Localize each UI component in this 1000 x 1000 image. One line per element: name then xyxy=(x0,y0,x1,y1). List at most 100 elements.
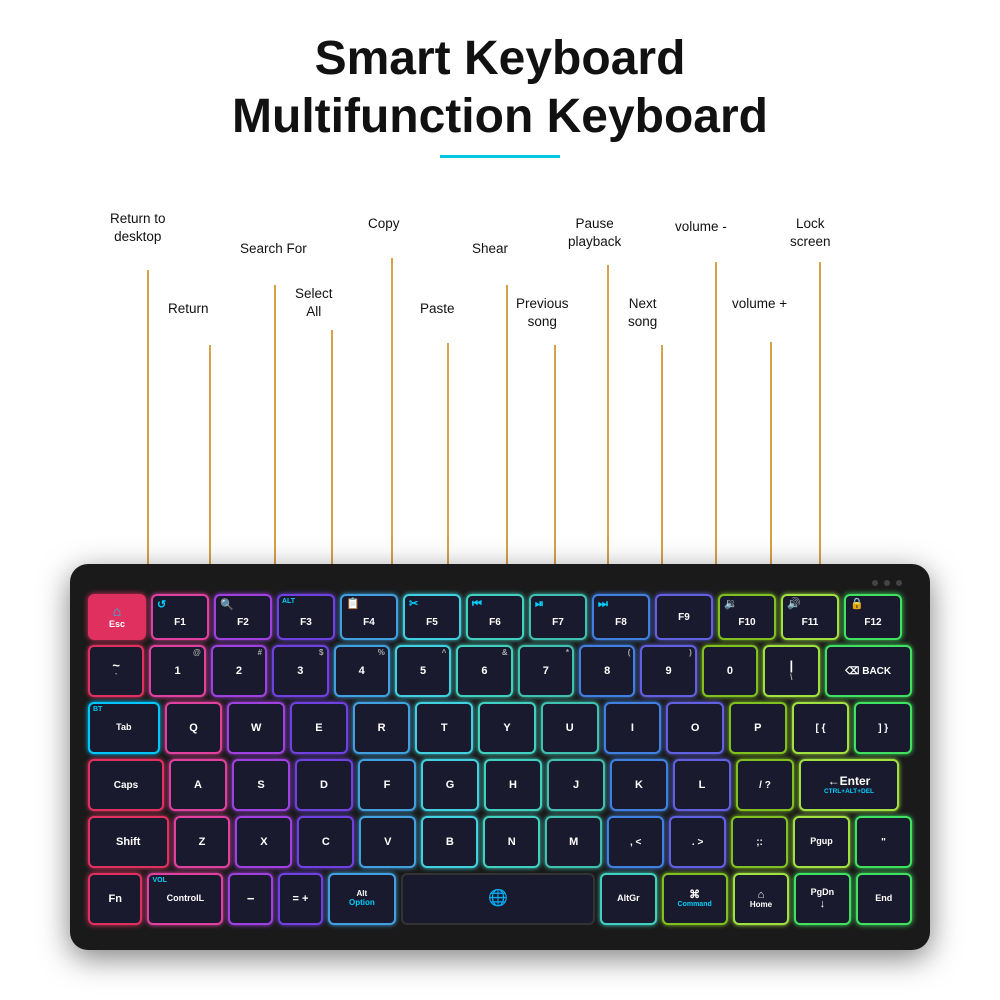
key-altgr[interactable]: AltGr xyxy=(600,873,656,925)
key-4[interactable]: 4% xyxy=(334,645,390,697)
key-2[interactable]: 2# xyxy=(211,645,267,697)
key-f11[interactable]: 🔊 F11 xyxy=(781,594,839,640)
key-esc[interactable]: ⌂ Esc xyxy=(88,594,146,640)
key-e[interactable]: E xyxy=(290,702,348,754)
label-copy: Copy xyxy=(368,215,400,233)
keyboard-body: ⌂ Esc ↺ F1 🔍 F2 ALT F3 📋 F4 ✂ F5 xyxy=(70,564,930,950)
key-space[interactable]: 🌐 xyxy=(401,873,595,925)
key-pgup[interactable]: Pgup xyxy=(793,816,850,868)
key-5[interactable]: 5^ xyxy=(395,645,451,697)
key-f2[interactable]: 🔍 F2 xyxy=(214,594,272,640)
key-f5[interactable]: ✂ F5 xyxy=(403,594,461,640)
key-8[interactable]: 8( xyxy=(579,645,635,697)
key-w[interactable]: W xyxy=(227,702,285,754)
label-prev-song: Previoussong xyxy=(516,295,569,330)
key-h[interactable]: H xyxy=(484,759,542,811)
key-slash[interactable]: / ? xyxy=(736,759,794,811)
key-quote[interactable]: " xyxy=(855,816,912,868)
label-next-song: Nextsong xyxy=(628,295,657,330)
key-f3[interactable]: ALT F3 xyxy=(277,594,335,640)
key-q[interactable]: Q xyxy=(165,702,223,754)
key-f10[interactable]: 🔉 F10 xyxy=(718,594,776,640)
key-tab[interactable]: BT Tab xyxy=(88,702,160,754)
f9-label: F9 xyxy=(678,612,690,623)
keyboard-wrapper: ⌂ Esc ↺ F1 🔍 F2 ALT F3 📋 F4 ✂ F5 xyxy=(70,564,930,950)
f4-icon: 📋 xyxy=(346,598,360,610)
key-1[interactable]: 1@ xyxy=(149,645,205,697)
key-9[interactable]: 9) xyxy=(640,645,696,697)
labels-area: Return todesktop Search For Copy Shear P… xyxy=(0,190,1000,550)
key-end[interactable]: End xyxy=(856,873,912,925)
f11-label: F11 xyxy=(802,617,819,628)
title-section: Smart Keyboard Multifunction Keyboard xyxy=(0,0,1000,158)
key-minus[interactable]: − xyxy=(228,873,273,925)
key-f[interactable]: F xyxy=(358,759,416,811)
key-d[interactable]: D xyxy=(295,759,353,811)
key-caps[interactable]: Caps xyxy=(88,759,164,811)
qwerty-row: BT Tab Q W E R T Y U I O P [ { ] } xyxy=(88,702,912,754)
f8-icon: ⏭ xyxy=(598,598,608,610)
f10-icon: 🔉 xyxy=(724,598,738,610)
key-lbracket[interactable]: [ { xyxy=(792,702,850,754)
key-x[interactable]: X xyxy=(235,816,292,868)
key-3[interactable]: 3$ xyxy=(272,645,328,697)
label-pause-playback: Pauseplayback xyxy=(568,215,621,250)
key-g[interactable]: G xyxy=(421,759,479,811)
key-command[interactable]: ⌘ Command xyxy=(662,873,728,925)
key-z[interactable]: Z xyxy=(174,816,231,868)
key-fn[interactable]: Fn xyxy=(88,873,142,925)
key-alt[interactable]: Alt Option xyxy=(328,873,396,925)
asdf-row: Caps A S D F G H J K L / ? ←Enter CTRL+A… xyxy=(88,759,912,811)
key-n[interactable]: N xyxy=(483,816,540,868)
f3-icon: ALT xyxy=(282,598,295,606)
key-t[interactable]: T xyxy=(415,702,473,754)
label-shear: Shear xyxy=(472,240,508,258)
f3-label: F3 xyxy=(300,617,312,628)
esc-label: Esc xyxy=(109,620,125,630)
key-comma[interactable]: , < xyxy=(607,816,664,868)
key-r[interactable]: R xyxy=(353,702,411,754)
label-lock-screen: Lockscreen xyxy=(790,215,831,250)
key-shift[interactable]: Shift xyxy=(88,816,169,868)
key-f12[interactable]: 🔒 F12 xyxy=(844,594,902,640)
key-6[interactable]: 6& xyxy=(456,645,512,697)
key-j[interactable]: J xyxy=(547,759,605,811)
key-backspace[interactable]: ⌫ BACK xyxy=(825,645,912,697)
key-a[interactable]: A xyxy=(169,759,227,811)
label-volume-minus: volume - xyxy=(675,218,727,236)
f2-icon: 🔍 xyxy=(220,599,234,611)
key-f4[interactable]: 📋 F4 xyxy=(340,594,398,640)
key-ctrl[interactable]: VOL ControlL xyxy=(147,873,223,925)
key-semi[interactable]: ;: xyxy=(731,816,788,868)
key-u[interactable]: U xyxy=(541,702,599,754)
title-line2: Multifunction Keyboard xyxy=(0,88,1000,146)
key-pgdn[interactable]: PgDn ↓ xyxy=(794,873,850,925)
key-home[interactable]: ⌂ Home xyxy=(733,873,789,925)
key-equals[interactable]: = + xyxy=(278,873,323,925)
key-s[interactable]: S xyxy=(232,759,290,811)
key-f8[interactable]: ⏭ F8 xyxy=(592,594,650,640)
key-c[interactable]: C xyxy=(297,816,354,868)
key-l[interactable]: L xyxy=(673,759,731,811)
key-f9[interactable]: F9 xyxy=(655,594,713,640)
key-o[interactable]: O xyxy=(666,702,724,754)
label-select-all: SelectAll xyxy=(295,285,333,320)
key-p[interactable]: P xyxy=(729,702,787,754)
key-v[interactable]: V xyxy=(359,816,416,868)
key-f6[interactable]: ⏮ F6 xyxy=(466,594,524,640)
key-m[interactable]: M xyxy=(545,816,602,868)
key-pipe[interactable]: |\ xyxy=(763,645,819,697)
key-k[interactable]: K xyxy=(610,759,668,811)
key-f1[interactable]: ↺ F1 xyxy=(151,594,209,640)
key-tilde[interactable]: ~` xyxy=(88,645,144,697)
key-rbracket[interactable]: ] } xyxy=(854,702,912,754)
key-b[interactable]: B xyxy=(421,816,478,868)
key-dot[interactable]: . > xyxy=(669,816,726,868)
key-f7[interactable]: ⏯ F7 xyxy=(529,594,587,640)
key-7[interactable]: 7* xyxy=(518,645,574,697)
key-enter[interactable]: ←Enter CTRL+ALT+DEL xyxy=(799,759,899,811)
key-0[interactable]: 0 xyxy=(702,645,758,697)
key-y[interactable]: Y xyxy=(478,702,536,754)
key-i[interactable]: I xyxy=(604,702,662,754)
f12-icon: 🔒 xyxy=(850,598,864,610)
